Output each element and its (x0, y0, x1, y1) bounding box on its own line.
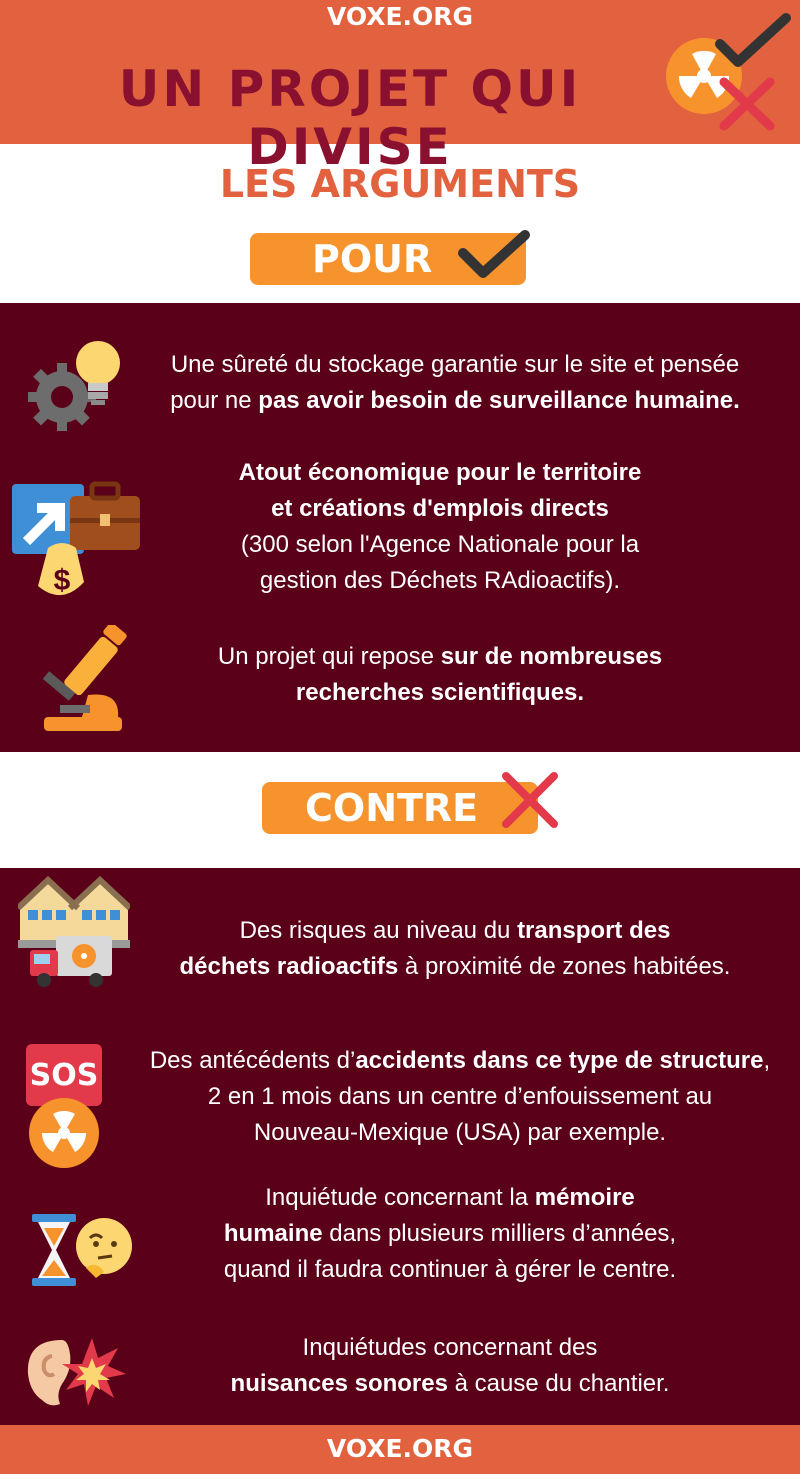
pour-item-1-line1: Une sûreté du stockage garantie sur le s… (170, 351, 740, 378)
sos-label: SOS (29, 1058, 99, 1093)
pour-item-3-text: Un projet qui repose sur de nombreuses r… (160, 639, 720, 711)
contre-panel: Des risques au niveau du transport des d… (0, 868, 800, 1425)
pour-item-2-text: Atout économique pour le territoire et c… (150, 455, 730, 599)
contre-item-1-bold1: transport des (517, 917, 671, 944)
contre-item-4-post: à cause du chantier. (447, 1370, 670, 1397)
contre-item-2-line3: Nouveau-Mexique (USA) par exemple. (253, 1119, 667, 1146)
contre-item-2-pre: Des antécédents d’ (149, 1047, 356, 1074)
contre-item-3-bold1: mémoire (534, 1184, 635, 1211)
radiation-check-cross-icon (666, 13, 791, 131)
contre-item-4-text: Inquiétudes concernant des nuisances son… (160, 1330, 740, 1402)
pour-item-1-line2-pre: pour ne (170, 387, 259, 414)
pour-item-1-line2: pour ne pas avoir besoin de surveillance… (130, 383, 780, 419)
page-title: UN PROJET QUI DIVISE (118, 60, 582, 176)
gear-bulb-icon (28, 341, 120, 431)
pour-item-3-bold1: sur de nombreuses (440, 643, 663, 670)
contre-item-2-text: Des antécédents d’accidents dans ce type… (125, 1043, 795, 1151)
pour-item-3-pre: Un projet qui repose (217, 643, 441, 670)
contre-item-2-post: , (763, 1047, 771, 1074)
contre-item-3-text: Inquiétude concernant la mémoire humaine… (160, 1180, 740, 1288)
contre-item-3-pre: Inquiétude concernant la (265, 1184, 535, 1211)
pour-item-2-line4: gestion des Déchets RAdioactifs). (259, 567, 621, 594)
contre-item-3-post2: dans plusieurs milliers d’années, (322, 1220, 677, 1247)
contre-label-text: CONTRE (305, 786, 479, 830)
contre-item-1-bold2: déchets radioactifs (179, 953, 399, 980)
check-icon (458, 230, 530, 278)
contre-item-3-bold2: humaine (223, 1220, 323, 1247)
pour-label-text: POUR (312, 237, 433, 281)
pour-item-2-bold1: Atout économique pour le territoire (238, 459, 642, 486)
contre-item-1-post: à proximité de zones habitées. (398, 953, 731, 980)
microscope-icon (42, 625, 127, 731)
ear-noise-icon (27, 1338, 126, 1406)
pour-panel: Une sûreté du stockage garantie sur le s… (0, 303, 800, 752)
houses-truck-icon (18, 876, 130, 987)
pour-item-1-text: Une sûreté du stockage garantie sur le s… (130, 347, 780, 419)
header-banner: VOXE.ORG UN PROJET QUI DIVISE (0, 0, 800, 176)
radiation-icon (29, 1098, 99, 1168)
arguments-heading: LES ARGUMENTS (219, 162, 581, 206)
contre-item-4-bold: nuisances sonores (230, 1370, 448, 1397)
brand-bottom: VOXE.ORG (326, 1434, 474, 1463)
contre-item-2-bold: accidents dans ce type de structure (355, 1047, 764, 1074)
hourglass-thinking-icon (32, 1214, 132, 1286)
contre-item-1-text: Des risques au niveau du transport des d… (130, 913, 780, 985)
footer-banner: VOXE.ORG (0, 1425, 800, 1474)
contre-item-3-line3: quand il faudra continuer à gérer le cen… (223, 1256, 677, 1283)
cross-icon (502, 772, 558, 828)
pour-label: POUR (250, 230, 530, 285)
economy-icon: $ (12, 481, 140, 597)
pour-item-2-bold2: et créations d'emplois directs (271, 495, 609, 522)
svg-text:$: $ (54, 564, 71, 597)
contre-item-2-line2: 2 en 1 mois dans un centre d’enfouisseme… (207, 1083, 713, 1110)
pour-item-1-bold: pas avoir besoin de surveillance humaine… (258, 387, 740, 414)
pour-item-2-line3: (300 selon l'Agence Nationale pour la (240, 531, 640, 558)
pour-item-3-bold2: recherches scientifiques. (295, 679, 585, 706)
contre-item-4-line1: Inquiétudes concernant des (302, 1334, 598, 1361)
contre-item-1-pre: Des risques au niveau du (239, 917, 518, 944)
contre-label: CONTRE (262, 772, 558, 834)
